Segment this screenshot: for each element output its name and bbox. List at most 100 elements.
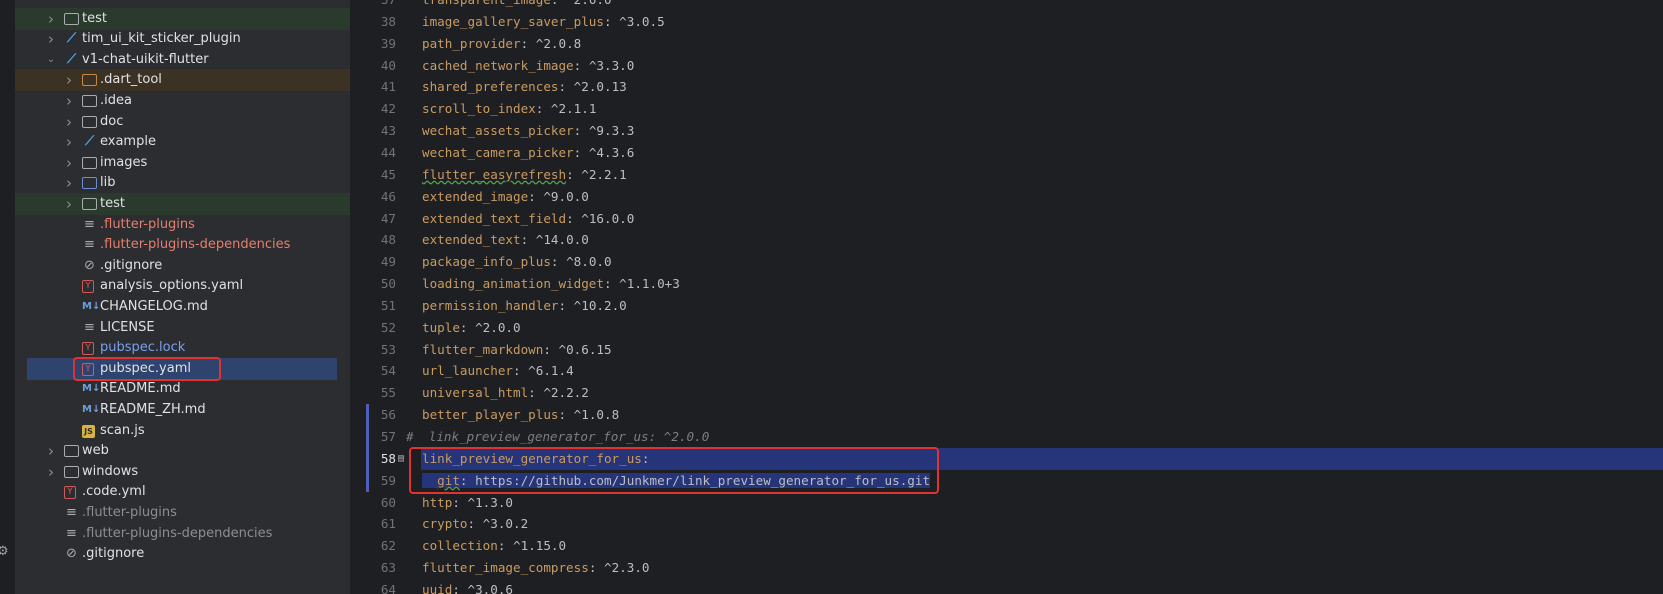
code-text: # link_preview_generator_for_us: ^2.0.0	[406, 426, 709, 448]
tree-item-doc[interactable]: › doc	[15, 111, 350, 133]
yaml-key: extended_text_field	[422, 210, 567, 226]
tree-item-label: .flutter-plugins-dependencies	[100, 237, 291, 253]
tree-item-label: .code.yml	[82, 484, 146, 500]
annotation-box-pubspec	[73, 356, 221, 381]
tree-item-readme[interactable]: M↓ README.md	[15, 378, 350, 400]
tree-item-tim-ui-kit-sticker-plugin[interactable]: › ⟋ tim_ui_kit_sticker_plugin	[15, 28, 350, 50]
tree-item-web[interactable]: › web	[15, 440, 350, 462]
tree-item-changelog[interactable]: M↓ CHANGELOG.md	[15, 296, 350, 318]
chevron-right-icon[interactable]: ›	[63, 69, 75, 91]
yaml-key: flutter_markdown	[422, 341, 544, 357]
yaml-key: collection	[422, 538, 498, 554]
yaml-value: ^2.3.0	[596, 560, 650, 576]
yaml-value: ^1.0.8	[566, 407, 620, 423]
project-tree: › test › ⟋ tim_ui_kit_sticker_plugin ⌄ ⟋ v1-cha…	[15, 0, 350, 594]
code-text: flutter_image_compress: ^2.3.0	[422, 557, 649, 579]
tree-item-flutter-plugins-root[interactable]: ≡ .flutter-plugins	[15, 502, 350, 524]
code-line-61[interactable]: 61 crypto: ^3.0.2	[354, 513, 1663, 535]
tool-window-strip: ⚙	[0, 0, 15, 594]
code-line-40[interactable]: 40 cached_network_image: ^3.3.0	[354, 55, 1663, 77]
code-line-49[interactable]: 49 package_info_plus: ^8.0.0	[354, 251, 1663, 273]
chevron-right-icon[interactable]: ›	[63, 152, 75, 174]
code-line-64[interactable]: 64 uuid: ^3.0.6	[354, 579, 1663, 594]
tree-item-example[interactable]: › ⟋ example	[15, 131, 350, 153]
code-text: shared_preferences: ^2.0.13	[422, 76, 627, 98]
code-line-41[interactable]: 41 shared_preferences: ^2.0.13	[354, 76, 1663, 98]
yaml-colon: :	[543, 341, 551, 357]
tree-item-label: .dart_tool	[100, 72, 162, 88]
tree-item-gitignore[interactable]: ⊘ .gitignore	[15, 255, 350, 277]
tree-item-images[interactable]: › images	[15, 152, 350, 174]
line-number: 41	[380, 79, 396, 95]
yaml-file-icon: Y	[82, 280, 94, 294]
chevron-right-icon[interactable]: ›	[45, 8, 57, 30]
yaml-value: ^3.0.6	[459, 581, 514, 594]
code-line-54[interactable]: 54 url_launcher: ^6.1.4	[354, 360, 1663, 382]
chevron-right-icon[interactable]: ›	[63, 90, 75, 112]
tree-item-gitignore-root[interactable]: ⊘ .gitignore	[15, 543, 350, 565]
code-line-52[interactable]: 52 tuple: ^2.0.0	[354, 317, 1663, 339]
code-line-37[interactable]: 37 transparent_image: ^2.0.0	[354, 0, 1663, 11]
code-line-60[interactable]: 60 http: ^1.3.0	[354, 492, 1663, 514]
code-editor[interactable]: 37 transparent_image: ^2.0.0 38 image_galle…	[354, 0, 1663, 594]
chevron-right-icon[interactable]: ›	[63, 172, 75, 194]
yaml-value: ^10.2.0	[566, 297, 627, 313]
tree-item-dart-tool[interactable]: › .dart_tool	[15, 69, 350, 92]
yaml-colon: :	[528, 188, 536, 204]
ignore-file-icon: ⊘	[84, 257, 95, 273]
tree-item-label: CHANGELOG.md	[100, 298, 208, 314]
text-file-icon: ≡	[66, 504, 77, 520]
tree-item-readme-zh[interactable]: M↓ README_ZH.md	[15, 399, 350, 421]
code-line-44[interactable]: 44 wechat_camera_picker: ^4.3.6	[354, 142, 1663, 164]
yaml-value: ^1.15.0	[505, 538, 567, 554]
tree-item-v1-chat-uikit-flutter[interactable]: ⌄ ⟋ v1-chat-uikit-flutter	[15, 49, 350, 71]
line-number: 54	[380, 363, 396, 379]
flutter-icon: ⟋	[66, 51, 77, 67]
code-line-55[interactable]: 55 universal_html: ^2.2.2	[354, 382, 1663, 404]
tree-item-flutter-plugins-dependencies[interactable]: ≡ .flutter-plugins-dependencies	[15, 234, 350, 256]
code-text: http: ^1.3.0	[422, 492, 513, 514]
code-line-62[interactable]: 62 collection: ^1.15.0	[354, 535, 1663, 557]
code-line-51[interactable]: 51 permission_handler: ^10.2.0	[354, 295, 1663, 317]
tree-item-license[interactable]: ≡ LICENSE	[15, 317, 350, 339]
yaml-key: flutter_image_compress	[422, 560, 589, 576]
tree-item-windows[interactable]: › windows	[15, 461, 350, 483]
tree-item-code-yml[interactable]: Y .code.yml	[15, 481, 350, 503]
line-number: 47	[380, 210, 396, 226]
tree-item-test[interactable]: › test	[15, 192, 350, 215]
javascript-file-icon: JS	[82, 424, 95, 438]
code-line-47[interactable]: 47 extended_text_field: ^16.0.0	[354, 208, 1663, 230]
code-text: permission_handler: ^10.2.0	[422, 295, 627, 317]
tree-item-flutter-plugins-dependencies-root[interactable]: ≡ .flutter-plugins-dependencies	[15, 523, 350, 545]
settings-gear-icon[interactable]: ⚙	[0, 545, 11, 559]
tree-item-idea[interactable]: › .idea	[15, 90, 350, 112]
line-number: 38	[380, 13, 396, 29]
chevron-down-icon[interactable]: ⌄	[45, 49, 57, 71]
chevron-right-icon[interactable]: ›	[63, 131, 75, 153]
tree-item-pubspec-lock[interactable]: Ypubspec.lock	[15, 337, 350, 359]
code-line-53[interactable]: 53 flutter_markdown: ^0.6.15	[354, 339, 1663, 361]
code-line-48[interactable]: 48 extended_text: ^14.0.0	[354, 229, 1663, 251]
yaml-key: url_launcher	[422, 363, 513, 379]
code-line-42[interactable]: 42 scroll_to_index: ^2.1.1	[354, 98, 1663, 120]
tree-item-analysis-options[interactable]: Yanalysis_options.yaml	[15, 275, 350, 297]
code-line-63[interactable]: 63 flutter_image_compress: ^2.3.0	[354, 557, 1663, 579]
code-line-45[interactable]: 45 flutter_easyrefresh: ^2.2.1	[354, 164, 1663, 186]
chevron-right-icon[interactable]: ›	[63, 111, 75, 133]
code-line-38[interactable]: 38 image_gallery_saver_plus: ^3.0.5	[354, 11, 1663, 33]
tree-item-lib[interactable]: › lib	[15, 172, 350, 194]
code-line-57[interactable]: 57 # link_preview_generator_for_us: ^2.0.…	[354, 426, 1663, 448]
tree-item-test-top[interactable]: › test	[15, 7, 350, 30]
yaml-file-icon: Y	[64, 486, 76, 500]
tree-item-flutter-plugins[interactable]: ≡ .flutter-plugins	[15, 214, 350, 236]
code-line-43[interactable]: 43 wechat_assets_picker: ^9.3.3	[354, 120, 1663, 142]
chevron-right-icon[interactable]: ›	[45, 461, 57, 483]
tree-item-scan-js[interactable]: JS scan.js	[15, 420, 350, 442]
code-line-50[interactable]: 50 loading_animation_widget: ^1.1.0+3	[354, 273, 1663, 295]
code-line-46[interactable]: 46 extended_image: ^9.0.0	[354, 186, 1663, 208]
chevron-right-icon[interactable]: ›	[45, 28, 57, 50]
code-line-39[interactable]: 39 path_provider: ^2.0.8	[354, 33, 1663, 55]
chevron-right-icon[interactable]: ›	[63, 193, 75, 215]
code-line-56[interactable]: 56 better_player_plus: ^1.0.8	[354, 404, 1663, 426]
chevron-right-icon[interactable]: ›	[45, 440, 57, 462]
